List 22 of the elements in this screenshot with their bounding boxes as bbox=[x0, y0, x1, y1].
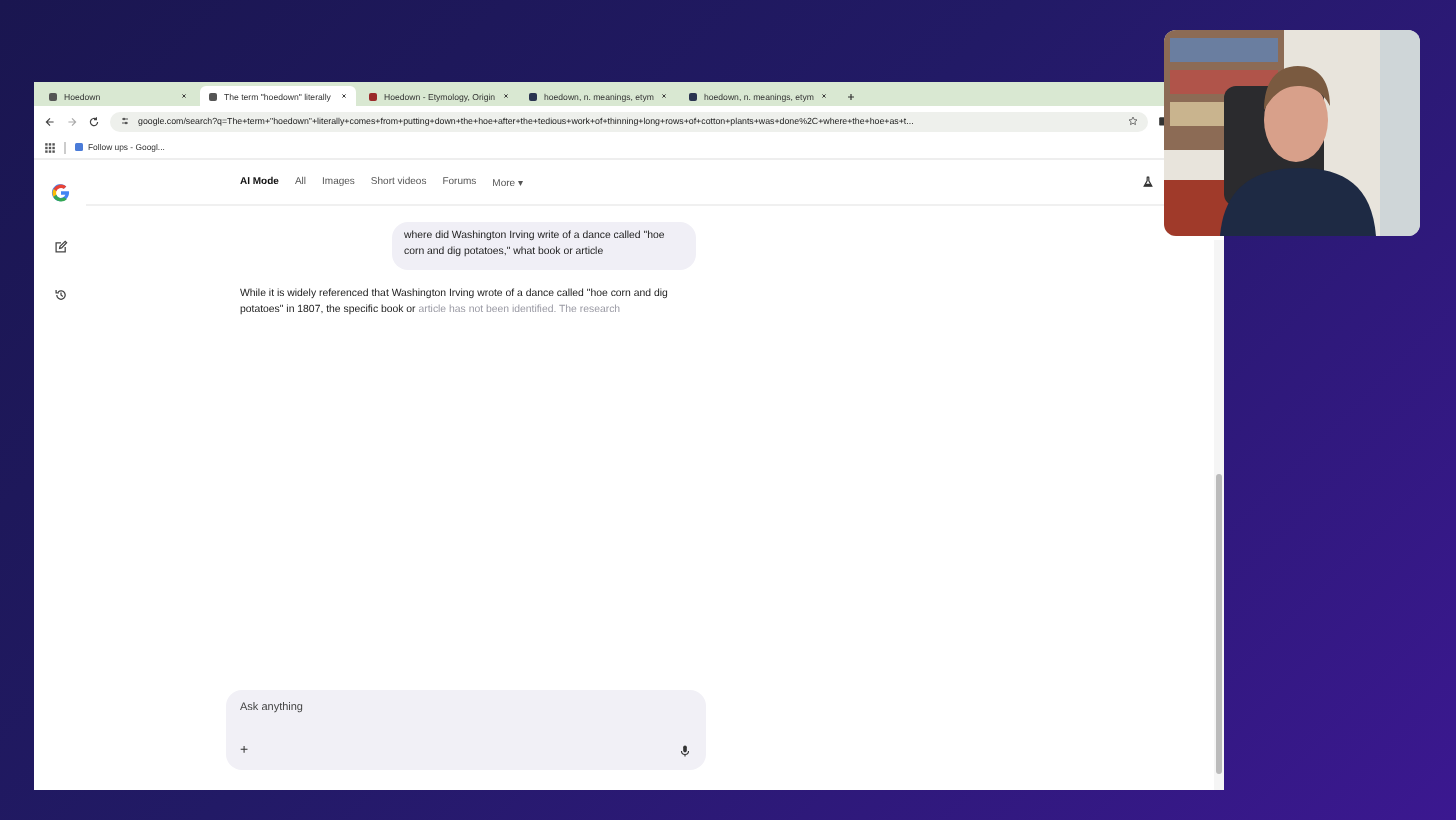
history-icon[interactable] bbox=[53, 288, 67, 302]
reload-icon[interactable] bbox=[88, 115, 100, 127]
flask-icon[interactable] bbox=[1142, 176, 1154, 188]
close-icon[interactable] bbox=[180, 92, 188, 100]
favicon-icon bbox=[528, 91, 538, 101]
favicon-icon bbox=[48, 91, 58, 101]
new-tab-icon[interactable] bbox=[846, 92, 856, 102]
star-icon[interactable] bbox=[1128, 116, 1138, 126]
favicon-icon bbox=[208, 91, 218, 101]
microphone-icon[interactable] bbox=[678, 744, 692, 758]
scrollbar[interactable] bbox=[1214, 240, 1224, 790]
favicon-icon bbox=[688, 91, 698, 101]
site-info-icon[interactable] bbox=[120, 116, 130, 126]
new-chat-icon[interactable] bbox=[53, 240, 67, 254]
close-icon[interactable] bbox=[660, 92, 668, 100]
back-icon[interactable] bbox=[44, 115, 56, 127]
bookmark-icon bbox=[74, 142, 84, 152]
close-icon[interactable] bbox=[820, 92, 828, 100]
close-icon[interactable] bbox=[340, 92, 348, 100]
apps-icon[interactable] bbox=[44, 141, 56, 153]
google-logo[interactable] bbox=[49, 182, 71, 204]
favicon-icon bbox=[368, 91, 378, 101]
